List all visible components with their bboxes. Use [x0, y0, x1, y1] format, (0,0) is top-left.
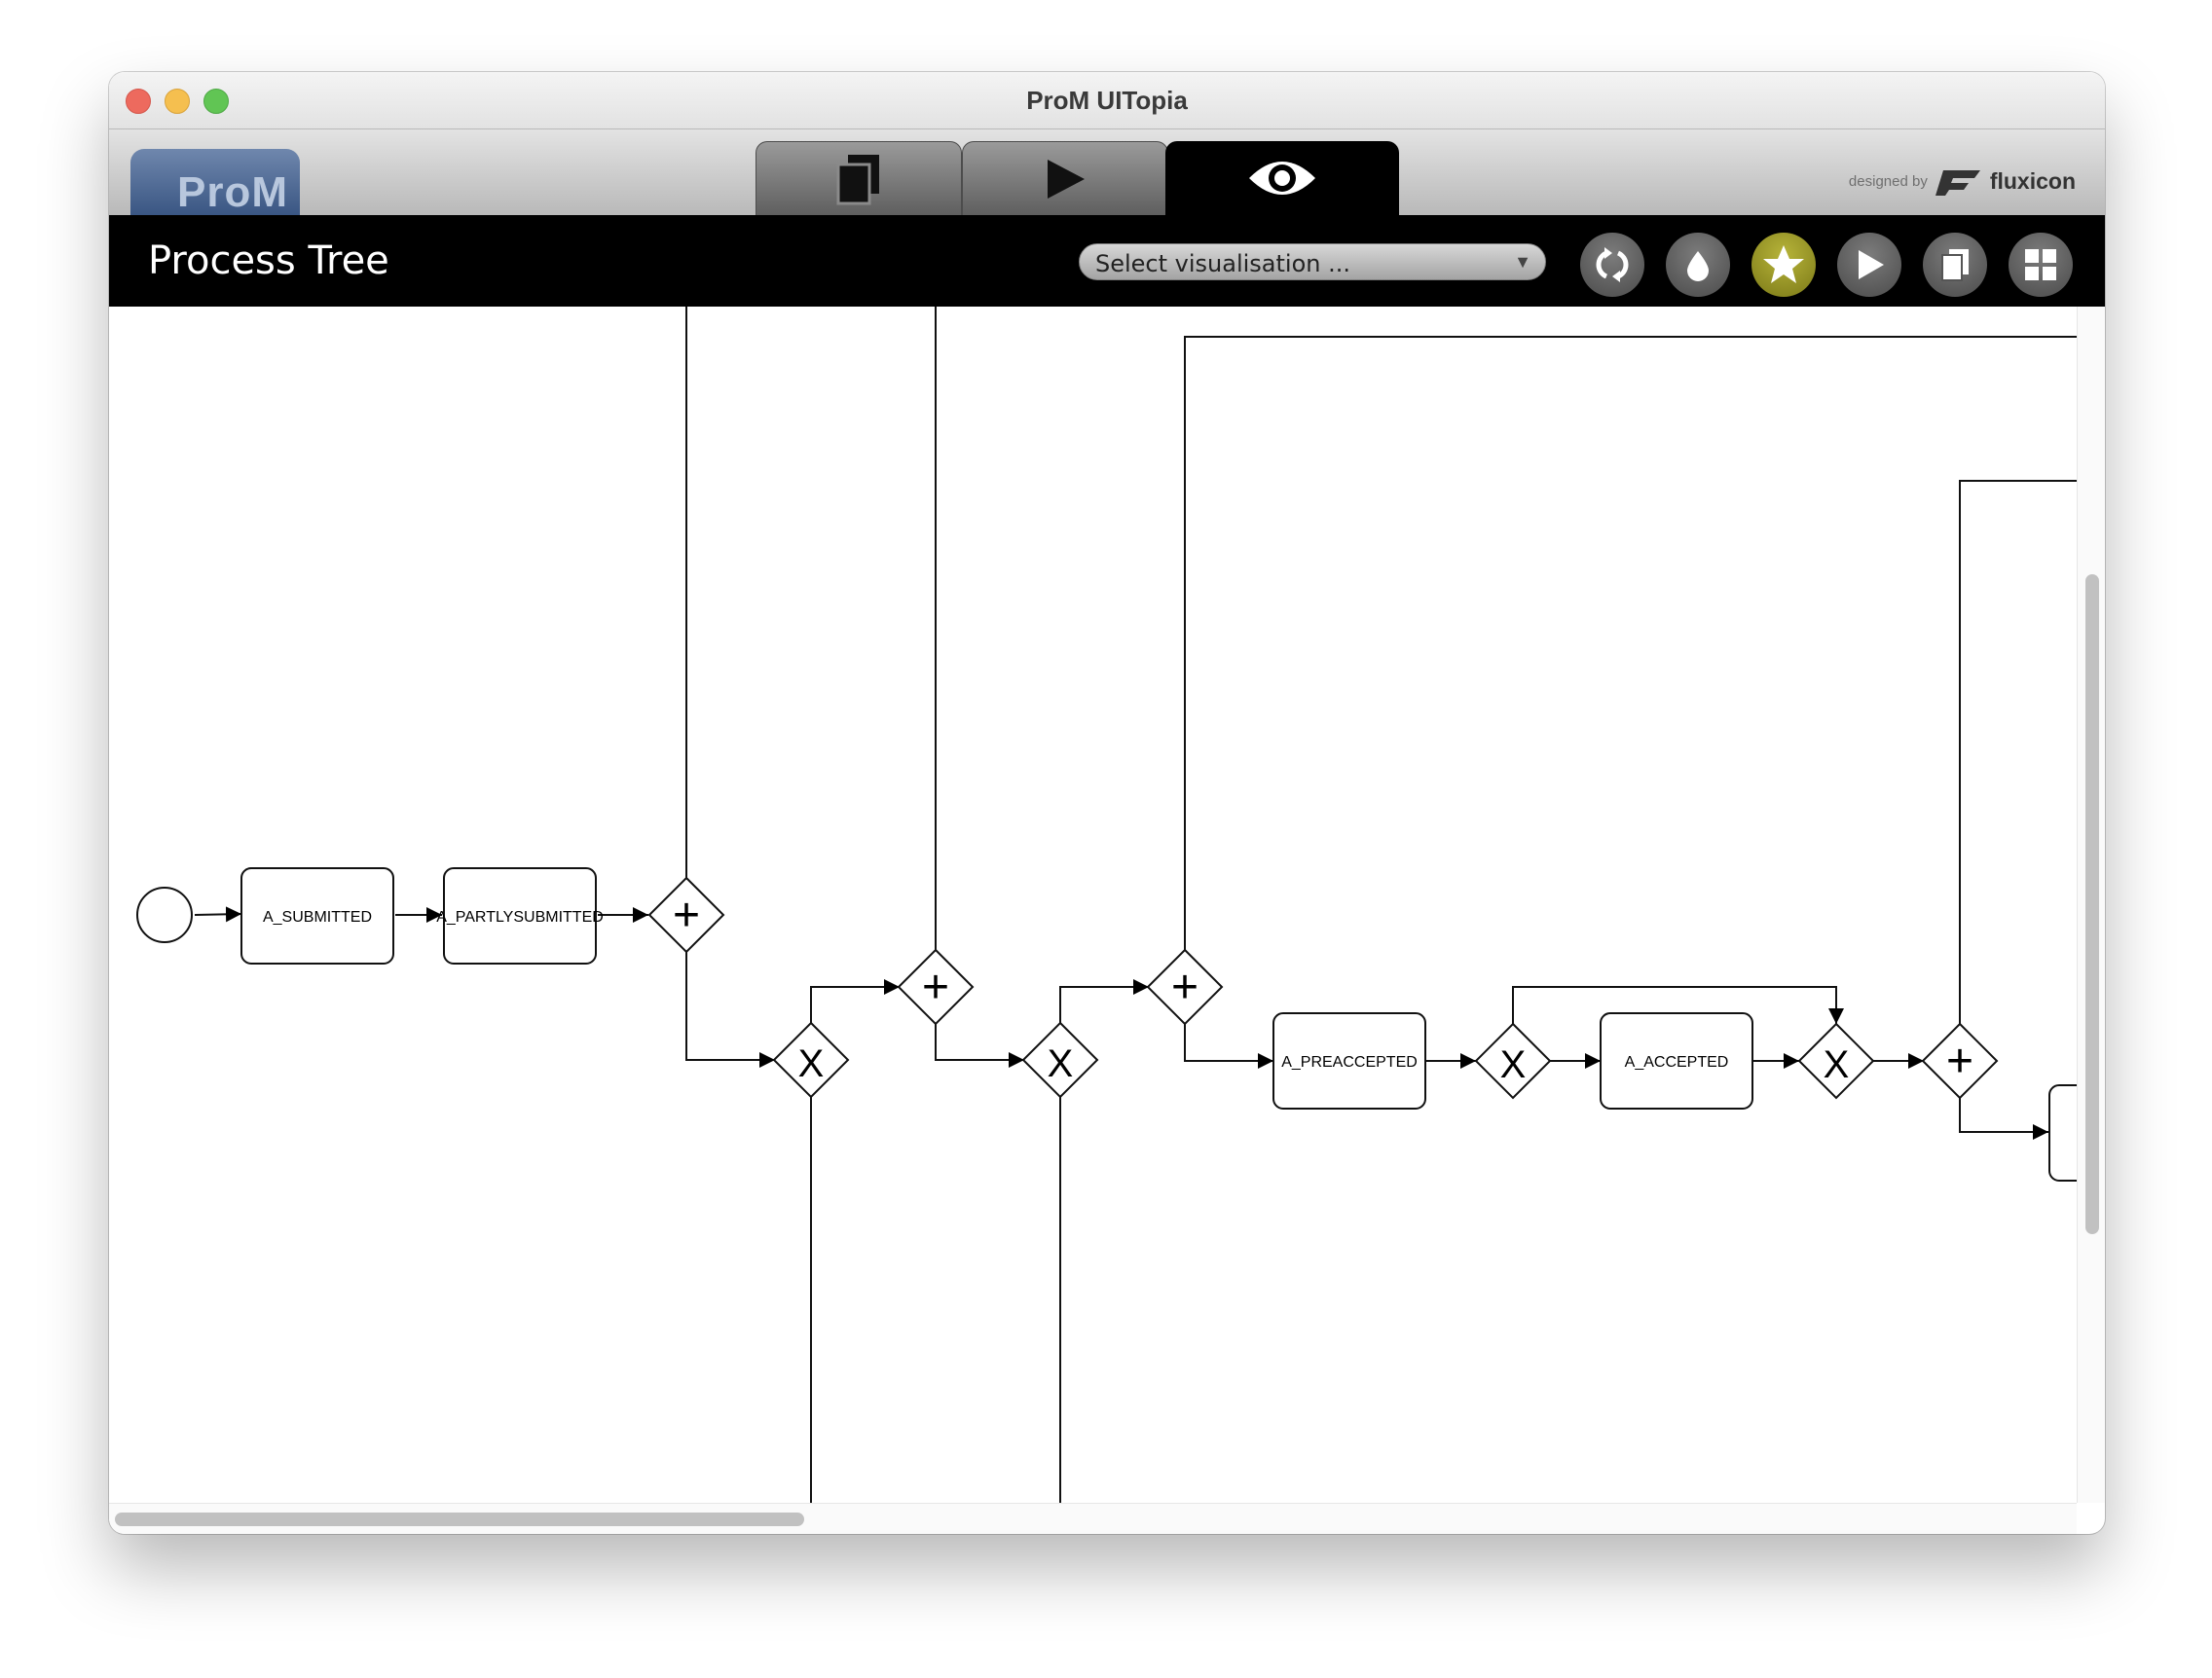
visualisation-select-label: Select visualisation ...: [1095, 250, 1350, 277]
designed-by-label: designed by: [1848, 172, 1928, 190]
refresh-icon: [1596, 247, 1629, 282]
and-gateway[interactable]: +: [647, 876, 725, 954]
xor-gateway[interactable]: X: [1474, 1022, 1552, 1100]
activity-a-accepted[interactable]: A_ACCEPTED: [1600, 1012, 1753, 1110]
grid-button[interactable]: [2009, 233, 2073, 297]
page-title: Process Tree: [148, 238, 389, 283]
and-gateway[interactable]: +: [1146, 948, 1224, 1026]
gateway-symbol: X: [798, 1042, 825, 1085]
copy-button[interactable]: [1923, 233, 1987, 297]
visualisation-select[interactable]: Select visualisation ... ▼: [1079, 243, 1546, 280]
and-gateway[interactable]: +: [897, 948, 975, 1026]
gateway-symbol: +: [1946, 1036, 1973, 1087]
and-gateway[interactable]: +: [1921, 1022, 1999, 1100]
fluxicon-label: fluxicon: [1989, 167, 2076, 194]
prom-logo: ProM: [130, 149, 300, 215]
tab-actions[interactable]: [962, 141, 1168, 216]
horizontal-scrollbar-thumb[interactable]: [115, 1513, 804, 1526]
gateway-symbol: X: [1048, 1042, 1074, 1085]
start-event[interactable]: [136, 887, 193, 943]
process-tree-canvas[interactable]: A_SUBMITTED A_PARTLYSUBMITTED A_PREACCEP…: [109, 307, 2077, 1503]
activity-label: A_ACCEPTED: [1625, 1054, 1729, 1071]
activity-offscreen[interactable]: [2048, 1084, 2077, 1182]
activity-a-preaccepted[interactable]: A_PREACCEPTED: [1272, 1012, 1426, 1110]
vertical-scrollbar-thumb[interactable]: [2085, 574, 2099, 1234]
drop-icon: [1687, 251, 1709, 281]
chevron-down-icon: ▼: [1514, 252, 1531, 272]
app-window: ProM UITopia ProM designed by fluxicon P…: [109, 72, 2105, 1534]
play-button[interactable]: [1837, 233, 1901, 297]
gateway-symbol: X: [1824, 1043, 1850, 1086]
activity-label: A_SUBMITTED: [263, 909, 372, 926]
xor-gateway[interactable]: X: [1797, 1022, 1875, 1100]
activity-a-submitted[interactable]: A_SUBMITTED: [240, 867, 394, 965]
activity-a-partlysubmitted[interactable]: A_PARTLYSUBMITTED: [436, 867, 604, 965]
gateway-symbol: X: [1500, 1043, 1527, 1086]
vertical-scrollbar[interactable]: [2077, 307, 2105, 1503]
eye-icon: [1249, 162, 1315, 195]
play-icon: [1859, 250, 1884, 279]
title-bar: ProM UITopia: [109, 72, 2105, 129]
play-icon: [1048, 160, 1085, 199]
process-tree-diagram: A_SUBMITTED A_PARTLYSUBMITTED A_PREACCEP…: [136, 307, 2077, 1503]
activity-label: A_PREACCEPTED: [1281, 1054, 1418, 1071]
xor-gateway[interactable]: X: [1021, 1021, 1099, 1099]
refresh-button[interactable]: [1580, 233, 1644, 297]
gateway-symbol: +: [922, 962, 949, 1013]
logo-text: ProM: [177, 168, 288, 215]
horizontal-scrollbar[interactable]: [109, 1503, 2077, 1534]
copy-icon: [1941, 249, 1969, 281]
xor-gateway[interactable]: X: [772, 1021, 850, 1099]
star-icon: [1763, 245, 1804, 283]
tab-views[interactable]: [1165, 141, 1399, 215]
gateway-symbol: +: [1171, 962, 1198, 1013]
view-header: Process Tree Select visualisation ... ▼: [109, 215, 2105, 307]
activity-label: A_PARTLYSUBMITTED: [436, 909, 604, 926]
favorite-button[interactable]: [1751, 233, 1816, 297]
tab-workspace[interactable]: [756, 141, 962, 216]
grid-icon: [2025, 249, 2056, 280]
drop-button[interactable]: [1666, 233, 1730, 297]
documents-icon: [836, 155, 879, 205]
gateway-symbol: +: [673, 890, 700, 941]
designed-by-branding: designed by fluxicon: [1849, 166, 2076, 196]
window-title: ProM UITopia: [1026, 86, 1188, 115]
fluxicon-logo-icon: [1935, 170, 1980, 196]
main-tab-bar: ProM designed by fluxicon: [109, 129, 2105, 216]
